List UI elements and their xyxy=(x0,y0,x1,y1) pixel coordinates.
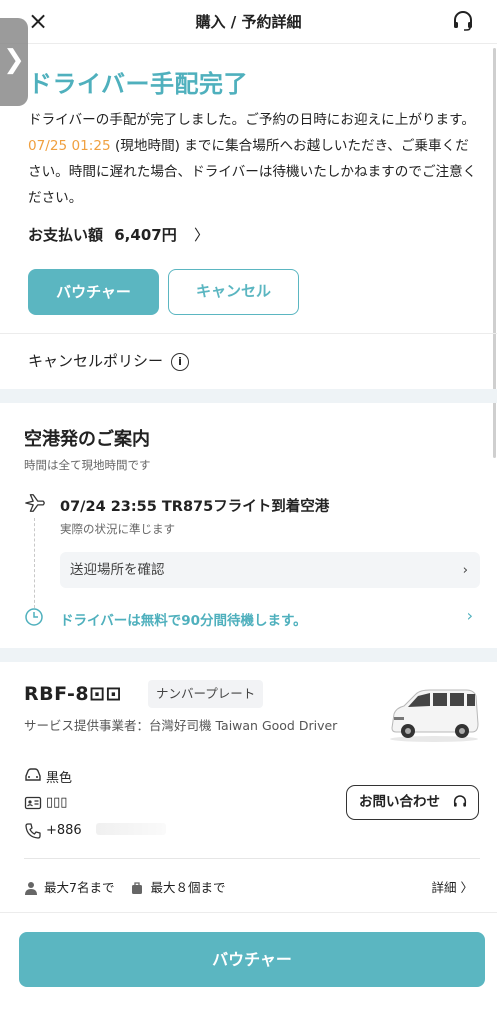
luggage-icon xyxy=(130,881,144,898)
car-image xyxy=(390,689,479,742)
driver-wait-info[interactable]: ドライバーは無料で90分間待機します。 xyxy=(60,609,307,629)
footer-voucher-button[interactable]: バウチャー xyxy=(19,932,485,987)
cancel-button[interactable]: キャンセル xyxy=(168,269,299,315)
phone-number: +886 xyxy=(46,823,166,838)
id-card-icon xyxy=(24,796,42,810)
airport-section-title: 空港発のご案内 xyxy=(24,429,150,450)
payment-row[interactable]: お支払い額 6,407円 〉 xyxy=(28,224,209,248)
side-expand-tab[interactable]: ❯ xyxy=(0,18,28,106)
flight-note: 実際の状況に準じます xyxy=(60,522,175,536)
status-description: ドライバーの手配が完了しました。ご予約の日時にお迎えに上がります。 07/25 0… xyxy=(28,107,480,211)
phone-prefix: +886 xyxy=(46,823,82,838)
driver-name: ▯▯▯ xyxy=(46,795,68,810)
timeline-line xyxy=(34,518,35,608)
contact-label: お問い合わせ xyxy=(359,794,440,810)
pickup-location-button[interactable]: 送迎場所を確認 › xyxy=(60,552,480,588)
cancel-policy-row[interactable]: キャンセルポリシー i xyxy=(28,350,190,371)
top-bar: × 購入 / 予約詳細 xyxy=(0,0,497,44)
person-icon xyxy=(24,881,38,898)
section-gap xyxy=(0,648,497,662)
license-plate: RBF-8⊡⊡ xyxy=(24,683,122,705)
desc-part1: ドライバーの手配が完了しました。ご予約の日時にお迎えに上がります。 xyxy=(28,112,475,128)
payment-amount: 6,407円 xyxy=(114,226,177,244)
headset-icon[interactable] xyxy=(451,9,475,33)
max-passengers: 最大7名まで xyxy=(44,880,115,895)
clock-icon xyxy=(25,608,43,626)
contact-button[interactable]: お問い合わせ xyxy=(346,785,479,820)
section-gap xyxy=(0,389,497,403)
chevron-right-icon: › xyxy=(462,562,468,578)
cancel-policy-label: キャンセルポリシー xyxy=(28,352,164,370)
chevron-right-icon: 〉 xyxy=(193,226,209,244)
divider xyxy=(24,858,480,859)
plate-tag: ナンバープレート xyxy=(148,680,264,708)
car-color: 黒色 xyxy=(46,771,73,786)
voucher-button[interactable]: バウチャー xyxy=(28,269,159,315)
airport-section-subtitle: 時間は全て現地時間です xyxy=(24,458,151,472)
detail-link[interactable]: 詳細 〉 xyxy=(432,877,473,896)
redacted-number xyxy=(95,823,166,835)
chevron-right-icon[interactable]: › xyxy=(467,606,473,625)
max-luggage: 最大８個まで xyxy=(150,880,226,895)
divider xyxy=(0,333,497,334)
flight-info: 07/24 23:55 TR875フライト到着空港 xyxy=(60,499,330,515)
pickup-time: 07/25 01:25 xyxy=(28,138,111,154)
service-provider: サービス提供事業者：台灣好司機 Taiwan Good Driver xyxy=(24,718,338,733)
car-icon xyxy=(25,768,41,781)
phone-icon xyxy=(25,823,41,839)
capacity-row: 最大7名まで 最大８個まで xyxy=(24,877,225,898)
page-title: 購入 / 予約詳細 xyxy=(195,13,302,31)
status-title: ドライバー手配完了 xyxy=(28,70,249,98)
airplane-icon xyxy=(25,494,45,512)
headset-icon xyxy=(453,795,467,807)
info-icon[interactable]: i xyxy=(171,353,190,371)
pickup-label: 送迎場所を確認 xyxy=(70,562,165,578)
payment-label: お支払い額 xyxy=(28,226,104,244)
